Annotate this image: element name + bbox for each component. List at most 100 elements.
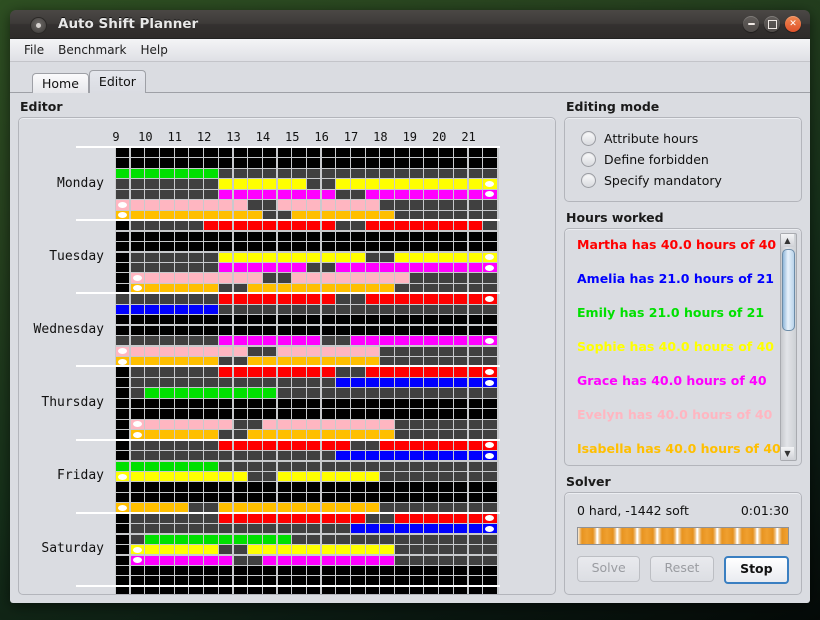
hours-worked-scrollbar[interactable]: ▲ ▼ bbox=[780, 233, 797, 461]
grid-cell[interactable] bbox=[160, 242, 174, 252]
grid-cell[interactable] bbox=[233, 440, 247, 450]
grid-cell[interactable] bbox=[336, 367, 350, 377]
grid-cell[interactable] bbox=[424, 294, 438, 304]
grid-cell[interactable] bbox=[424, 179, 438, 189]
grid-cell[interactable] bbox=[409, 524, 424, 534]
grid-cell[interactable] bbox=[395, 148, 409, 158]
grid-cell[interactable] bbox=[321, 377, 336, 388]
grid-cell[interactable] bbox=[130, 566, 145, 576]
grid-cell[interactable] bbox=[395, 231, 409, 241]
grid-cell[interactable] bbox=[483, 346, 497, 356]
grid-cell[interactable] bbox=[336, 440, 350, 450]
grid-cell[interactable] bbox=[468, 242, 483, 252]
grid-cell[interactable] bbox=[365, 179, 380, 189]
grid-cell[interactable] bbox=[233, 336, 247, 346]
grid-cell[interactable] bbox=[483, 200, 497, 210]
grid-cell[interactable] bbox=[233, 148, 247, 158]
grid-cell[interactable] bbox=[306, 524, 321, 534]
grid-cell[interactable] bbox=[453, 555, 468, 565]
grid-cell[interactable] bbox=[380, 294, 394, 304]
grid-cell[interactable] bbox=[306, 513, 321, 523]
hours-worked-entry[interactable]: Isabella has 40.0 hours of 40 bbox=[577, 441, 781, 456]
grid-cell[interactable] bbox=[306, 148, 321, 158]
grid-cell[interactable] bbox=[160, 524, 174, 534]
grid-cell[interactable] bbox=[365, 221, 380, 231]
grid-cell[interactable] bbox=[439, 252, 453, 262]
grid-cell[interactable] bbox=[453, 252, 468, 262]
grid-cell[interactable] bbox=[439, 179, 453, 189]
grid-cell[interactable] bbox=[160, 179, 174, 189]
grid-cell[interactable] bbox=[160, 315, 174, 325]
grid-cell[interactable] bbox=[336, 168, 350, 179]
grid-cell[interactable] bbox=[336, 513, 350, 523]
grid-cell[interactable] bbox=[453, 545, 468, 555]
grid-cell[interactable] bbox=[409, 304, 424, 314]
grid-cell[interactable] bbox=[351, 346, 365, 356]
grid-cell[interactable] bbox=[233, 315, 247, 325]
grid-cell[interactable] bbox=[130, 179, 145, 189]
grid-cell[interactable] bbox=[306, 419, 321, 429]
grid-cell[interactable] bbox=[351, 294, 365, 304]
grid-cell[interactable] bbox=[292, 545, 306, 555]
grid-cell[interactable] bbox=[380, 492, 394, 503]
grid-cell[interactable] bbox=[130, 158, 145, 168]
grid-cell[interactable] bbox=[248, 325, 262, 335]
grid-cell[interactable] bbox=[160, 492, 174, 503]
close-icon[interactable] bbox=[785, 16, 801, 32]
grid-cell[interactable] bbox=[380, 304, 394, 314]
grid-cell[interactable] bbox=[395, 440, 409, 450]
grid-cell[interactable] bbox=[145, 492, 159, 503]
grid-cell[interactable] bbox=[248, 273, 262, 283]
grid-cell[interactable] bbox=[424, 524, 438, 534]
grid-cell[interactable] bbox=[483, 566, 497, 576]
grid-cell[interactable] bbox=[424, 367, 438, 377]
grid-cell[interactable] bbox=[160, 189, 174, 200]
grid-cell[interactable] bbox=[321, 482, 336, 492]
grid-cell[interactable] bbox=[204, 325, 218, 335]
grid-cell[interactable] bbox=[351, 555, 365, 565]
grid-cell[interactable] bbox=[248, 545, 262, 555]
grid-cell[interactable] bbox=[483, 242, 497, 252]
grid-cell[interactable] bbox=[277, 168, 292, 179]
grid-cell[interactable] bbox=[453, 451, 468, 461]
grid-cell[interactable] bbox=[218, 242, 233, 252]
grid-cell[interactable] bbox=[292, 252, 306, 262]
grid-cell[interactable] bbox=[395, 451, 409, 461]
grid-cell[interactable] bbox=[468, 586, 483, 594]
grid-cell[interactable] bbox=[380, 189, 394, 200]
grid-cell[interactable] bbox=[439, 545, 453, 555]
grid-cell[interactable] bbox=[277, 367, 292, 377]
grid-cell[interactable] bbox=[468, 262, 483, 273]
grid-cell[interactable] bbox=[453, 200, 468, 210]
grid-cell[interactable] bbox=[365, 231, 380, 241]
grid-cell[interactable] bbox=[351, 231, 365, 241]
grid-cell[interactable] bbox=[130, 189, 145, 200]
grid-cell[interactable] bbox=[292, 221, 306, 231]
grid-cell[interactable] bbox=[306, 200, 321, 210]
grid-cell[interactable] bbox=[306, 231, 321, 241]
grid-cell[interactable] bbox=[306, 377, 321, 388]
grid-cell[interactable] bbox=[248, 566, 262, 576]
grid-cell[interactable] bbox=[130, 513, 145, 523]
grid-cell[interactable] bbox=[409, 158, 424, 168]
grid-cell[interactable] bbox=[439, 409, 453, 419]
grid-cell[interactable] bbox=[439, 325, 453, 335]
grid-cell[interactable] bbox=[439, 451, 453, 461]
grid-cell[interactable] bbox=[130, 524, 145, 534]
grid-cell[interactable] bbox=[218, 419, 233, 429]
grid-cell[interactable] bbox=[189, 189, 203, 200]
grid-cell[interactable] bbox=[395, 388, 409, 398]
grid-cell[interactable] bbox=[189, 471, 203, 482]
grid-cell[interactable] bbox=[439, 513, 453, 523]
grid-cell[interactable] bbox=[248, 189, 262, 200]
grid-cell[interactable] bbox=[160, 367, 174, 377]
grid-cell[interactable] bbox=[160, 419, 174, 429]
scrollbar-thumb[interactable] bbox=[782, 249, 795, 331]
grid-cell[interactable] bbox=[145, 325, 159, 335]
grid-cell[interactable] bbox=[453, 346, 468, 356]
grid-cell[interactable] bbox=[351, 200, 365, 210]
grid-cell[interactable] bbox=[160, 409, 174, 419]
grid-cell[interactable] bbox=[409, 325, 424, 335]
grid-cell[interactable] bbox=[174, 513, 189, 523]
grid-cell[interactable] bbox=[439, 534, 453, 544]
